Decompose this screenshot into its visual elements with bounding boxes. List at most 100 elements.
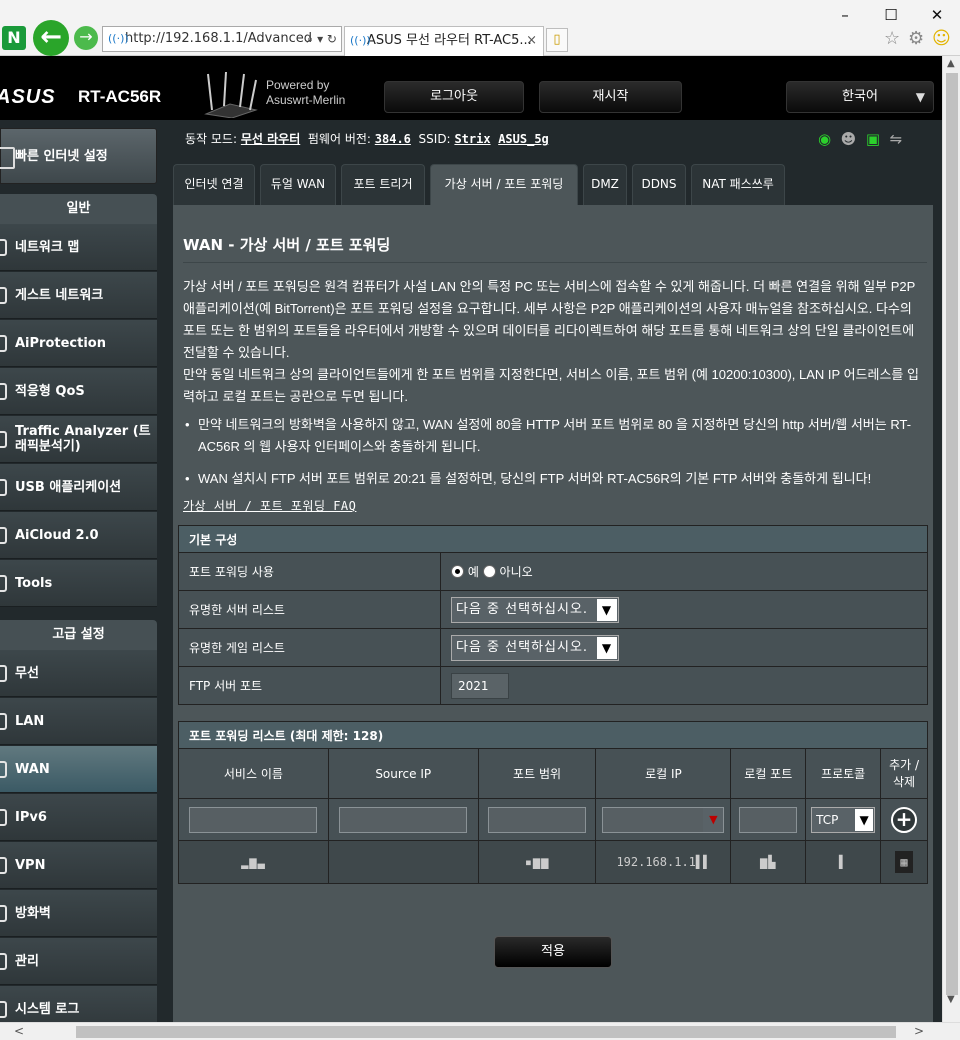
wifi-icon[interactable]: ◉ xyxy=(818,130,831,148)
tab-dmz[interactable]: DMZ xyxy=(583,164,627,205)
scroll-up-icon[interactable]: ▲ xyxy=(947,58,955,69)
address-bar[interactable]: ((·)) http://192.168.1.1/Advanced ⌕ ▾ ↻ xyxy=(102,26,342,52)
port-forward-header: 포트 포워딩 리스트 (최대 제한: 128) xyxy=(178,721,928,749)
browser-tab[interactable]: ((·)) ASUS 무선 라우터 RT-AC5... × xyxy=(344,26,544,56)
general-section-header: 일반 xyxy=(0,194,157,224)
status-icons: ◉ ☻ ▣ ⇋ xyxy=(818,130,902,148)
ftp-port-input[interactable]: 2021 xyxy=(451,672,509,699)
firmware-version-link[interactable]: 384.6 xyxy=(375,132,411,146)
chevron-down-icon[interactable]: ▼ xyxy=(703,807,724,832)
vertical-scrollbar[interactable]: ▲ ▼ xyxy=(942,56,960,1022)
quick-setup-button[interactable]: 빠른 인터넷 설정 xyxy=(0,128,157,184)
sidebar-item-traffic-analyzer[interactable]: Traffic Analyzer (트래픽분석기) xyxy=(0,416,157,463)
users-icon[interactable]: ☻ xyxy=(841,130,857,148)
server-list-select[interactable]: 다음 중 선택하십시오. ▼ xyxy=(451,596,619,623)
protocol-select[interactable]: TCP ▼ xyxy=(811,806,876,833)
tab-port-trigger[interactable]: 포트 트리거 xyxy=(341,164,425,205)
basic-config-header: 기본 구성 xyxy=(178,525,928,553)
sidebar-item-qos[interactable]: 적응형 QoS xyxy=(0,368,157,415)
radio-yes[interactable] xyxy=(451,565,464,578)
sidebar-item-firewall[interactable]: 방화벽 xyxy=(0,890,157,937)
network-icon[interactable]: ▣ xyxy=(866,130,880,148)
firewall-icon xyxy=(0,905,7,922)
tab-virtual-server[interactable]: 가상 서버 / 포트 포워딩 xyxy=(430,164,578,205)
close-tab-icon[interactable]: × xyxy=(526,27,537,55)
sidebar-item-system-log[interactable]: 시스템 로그 xyxy=(0,986,157,1022)
network-icon: ((·)) xyxy=(108,32,129,45)
minimize-button[interactable]: – xyxy=(822,4,868,26)
forward-button[interactable]: → xyxy=(74,26,98,50)
col-service-name: 서비스 이름 xyxy=(178,748,329,799)
shield-icon xyxy=(0,335,7,352)
game-list-label: 유명한 게임 리스트 xyxy=(178,628,441,667)
local-port-input[interactable] xyxy=(739,806,798,833)
sidebar-item-usb[interactable]: USB 애플리케이션 xyxy=(0,464,157,511)
sidebar-item-tools[interactable]: Tools xyxy=(0,560,157,607)
col-port-range: 포트 범위 xyxy=(477,748,597,799)
address-tools-icon[interactable]: ⌕ ▾ ↻ xyxy=(307,27,337,51)
tab-ddns[interactable]: DDNS xyxy=(632,164,686,205)
ssid-5g-link[interactable]: ASUS_5g xyxy=(498,132,549,146)
chevron-down-icon: ▼ xyxy=(597,636,617,659)
maximize-button[interactable]: ☐ xyxy=(868,4,914,26)
address-text: http://192.168.1.1/Advanced xyxy=(125,31,312,46)
sidebar-item-network-map[interactable]: 네트워크 맵 xyxy=(0,224,157,271)
sidebar-item-administration[interactable]: 관리 xyxy=(0,938,157,985)
scroll-left-icon[interactable]: < xyxy=(14,1024,24,1038)
sidebar: 빠른 인터넷 설정 일반 네트워크 맵 게스트 네트워크 AiProtectio… xyxy=(0,120,158,1022)
port-range-input[interactable] xyxy=(488,806,587,833)
sidebar-item-wan[interactable]: WAN xyxy=(0,746,157,793)
tab-dual-wan[interactable]: 듀얼 WAN xyxy=(260,164,336,205)
local-ip-input[interactable]: ▼ xyxy=(602,806,725,833)
scroll-thumb[interactable] xyxy=(76,1026,896,1038)
sidebar-item-guest-network[interactable]: 게스트 네트워크 xyxy=(0,272,157,319)
back-button[interactable]: ← xyxy=(33,20,69,56)
service-name-input[interactable] xyxy=(189,806,318,833)
notes-list: 만약 네트워크의 방화벽을 사용하지 않고, WAN 설정에 80을 HTTP … xyxy=(183,414,927,500)
tab-internet[interactable]: 인터넷 연결 xyxy=(173,164,255,205)
table-row: ▂▆▃ ▪▆▆ 192.168.1.1▌▌ ▆▙ ▌ ▦ xyxy=(178,840,928,884)
port-range-value: ▪▆▆ xyxy=(524,855,550,869)
favorites-star-icon[interactable]: ☆ xyxy=(884,28,900,49)
radio-no[interactable] xyxy=(482,565,496,578)
apply-button[interactable]: 적용 xyxy=(494,936,612,968)
tools-icon xyxy=(0,575,7,592)
game-list-select[interactable]: 다음 중 선택하십시오. ▼ xyxy=(451,634,619,661)
smiley-icon[interactable]: ☺ xyxy=(932,28,951,49)
asus-logo: ASUS xyxy=(0,86,56,108)
faq-link[interactable]: 가상 서버 / 포트 포워딩 FAQ xyxy=(183,497,356,514)
sidebar-item-vpn[interactable]: VPN xyxy=(0,842,157,889)
logout-button[interactable]: 로그아웃 xyxy=(384,81,524,113)
usb-icon[interactable]: ⇋ xyxy=(890,130,903,148)
browser-toolbar: N ← → ((·)) http://192.168.1.1/Advanced … xyxy=(0,0,960,56)
tab-nat-passthrough[interactable]: NAT 패스쓰루 xyxy=(691,164,785,205)
usb-icon xyxy=(0,479,7,496)
description: 가상 서버 / 포트 포워딩은 원격 컴퓨터가 사설 LAN 안의 특정 PC … xyxy=(183,279,919,404)
gear-icon[interactable]: ⚙ xyxy=(908,28,924,49)
tab-title: ASUS 무선 라우터 RT-AC5... xyxy=(367,33,532,48)
new-tab-icon[interactable]: ▯ xyxy=(546,28,568,52)
add-icon[interactable]: + xyxy=(891,806,918,833)
language-select[interactable]: 한국어 ▼ xyxy=(786,81,934,113)
horizontal-scrollbar[interactable]: < > xyxy=(0,1022,960,1040)
sidebar-item-lan[interactable]: LAN xyxy=(0,698,157,745)
scroll-right-icon[interactable]: > xyxy=(914,1024,924,1038)
server-list-label: 유명한 서버 리스트 xyxy=(178,590,441,629)
delete-icon[interactable]: ▦ xyxy=(895,851,914,873)
close-window-button[interactable]: ✕ xyxy=(914,4,960,26)
scroll-down-icon[interactable]: ▼ xyxy=(947,994,955,1005)
traffic-icon xyxy=(0,431,7,448)
sidebar-item-wireless[interactable]: 무선 xyxy=(0,650,157,697)
ssid-link[interactable]: Strix xyxy=(454,132,490,146)
sidebar-item-ipv6[interactable]: IPv6 xyxy=(0,794,157,841)
sidebar-item-aiprotection[interactable]: AiProtection xyxy=(0,320,157,367)
scroll-thumb[interactable] xyxy=(946,73,958,995)
reboot-button[interactable]: 재시작 xyxy=(539,81,682,113)
content-panel: WAN - 가상 서버 / 포트 포워딩 가상 서버 / 포트 포워딩은 원격 … xyxy=(173,205,933,1022)
browser-extension-icon[interactable]: N xyxy=(2,26,26,50)
divider xyxy=(183,262,927,263)
source-ip-input[interactable] xyxy=(339,806,468,833)
cloud-icon xyxy=(0,527,7,544)
sidebar-item-aicloud[interactable]: AiCloud 2.0 xyxy=(0,512,157,559)
operation-mode-link[interactable]: 무선 라우터 xyxy=(241,132,300,146)
